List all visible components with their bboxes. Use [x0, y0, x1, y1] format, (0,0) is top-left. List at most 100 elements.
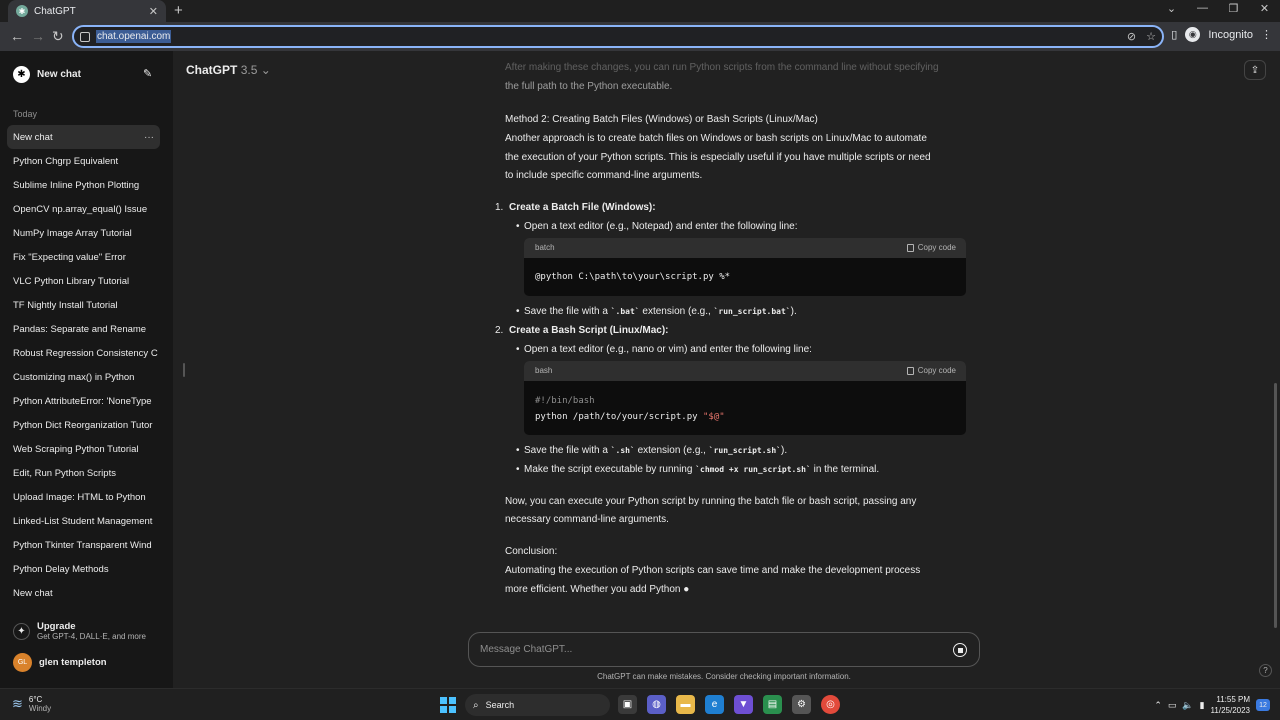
- faded-line: After making these changes, you can run …: [505, 62, 939, 73]
- sidebar-history-item[interactable]: New chat ···: [7, 125, 160, 149]
- chrome-icon[interactable]: ◎: [821, 695, 840, 714]
- close-window-icon[interactable]: ✕: [1249, 2, 1280, 15]
- inline-code: `.bat`: [610, 307, 640, 316]
- stop-generating-button[interactable]: [953, 643, 967, 657]
- sidebar-history-item[interactable]: Edit, Run Python Scripts: [7, 461, 160, 485]
- forward-icon[interactable]: →: [31, 28, 45, 44]
- sidebar-history-item[interactable]: Customizing max() in Python: [7, 365, 160, 389]
- history-item-label: Edit, Run Python Scripts: [13, 467, 116, 479]
- task-view-icon[interactable]: ▣: [618, 695, 637, 714]
- wind-icon: ≋: [12, 696, 23, 711]
- close-tab-icon[interactable]: ✕: [149, 5, 158, 18]
- reload-icon[interactable]: ↻: [52, 28, 64, 45]
- address-bar[interactable]: chat.openai.com ⊘ ☆: [72, 25, 1164, 48]
- history-item-label: NumPy Image Array Tutorial: [13, 227, 132, 239]
- restore-icon[interactable]: ❐: [1218, 2, 1249, 15]
- spreadsheet-app-icon[interactable]: ▤: [763, 695, 782, 714]
- conclusion-title: Conclusion:: [505, 546, 558, 557]
- message-input[interactable]: Message ChatGPT...: [480, 644, 572, 655]
- system-tray: ⌃ ▭ 🔈 ▮ 11:55 PM 11/25/2023 12: [1154, 694, 1270, 716]
- search-icon: ⌕: [473, 699, 479, 711]
- notification-badge[interactable]: 12: [1256, 699, 1270, 711]
- share-button[interactable]: ⇪: [1244, 60, 1266, 80]
- new-tab-icon[interactable]: +: [174, 2, 183, 19]
- chevron-up-icon[interactable]: ⌃: [1154, 700, 1162, 711]
- history-item-label: Python AttributeError: 'NoneType: [13, 395, 152, 407]
- sidebar-history-item[interactable]: Sublime Inline Python Plotting: [7, 173, 160, 197]
- history-item-label: VLC Python Library Tutorial: [13, 275, 130, 287]
- new-chat-label: New chat: [37, 69, 81, 80]
- site-info-icon[interactable]: [80, 31, 90, 42]
- clock[interactable]: 11:55 PM 11/25/2023: [1211, 694, 1250, 716]
- system-tool-icon[interactable]: ⚙: [792, 695, 811, 714]
- upgrade-title: Upgrade: [37, 621, 76, 632]
- browser-menu-icon[interactable]: ⋮: [1261, 28, 1272, 41]
- sidebar-resize-handle[interactable]: [183, 363, 185, 377]
- edge-icon[interactable]: e: [705, 695, 724, 714]
- sidebar-history-item[interactable]: TF Nightly Install Tutorial: [7, 293, 160, 317]
- sidebar-history-item[interactable]: Python Tkinter Transparent Wind: [7, 533, 160, 557]
- sidebar-history-item[interactable]: Pandas: Separate and Rename: [7, 317, 160, 341]
- message-composer[interactable]: Message ChatGPT...: [468, 632, 980, 667]
- sidebar-history-item[interactable]: Python AttributeError: 'NoneType: [7, 389, 160, 413]
- clipboard-icon: [906, 367, 914, 375]
- taskbar-search[interactable]: ⌕ Search: [465, 694, 610, 716]
- sidebar-history-item[interactable]: Fix "Expecting value" Error: [7, 245, 160, 269]
- scrollbar[interactable]: [1274, 383, 1277, 628]
- sidebar-history-item[interactable]: Web Scraping Python Tutorial: [7, 437, 160, 461]
- copy-code-button[interactable]: Copy code: [906, 239, 956, 258]
- browser-tab-bar: ✱ ChatGPT ✕ + ⌄ — ❐ ✕: [0, 0, 1280, 22]
- more-options-icon[interactable]: ···: [144, 132, 154, 143]
- sidebar-history-item[interactable]: Robust Regression Consistency C: [7, 341, 160, 365]
- url-text[interactable]: chat.openai.com: [96, 30, 172, 43]
- sidebar-history-item[interactable]: OpenCV np.array_equal() Issue: [7, 197, 160, 221]
- back-icon[interactable]: ←: [10, 28, 24, 44]
- sidebar-history-item[interactable]: Upload Image: HTML to Python: [7, 485, 160, 509]
- sidebar-history-item[interactable]: VLC Python Library Tutorial: [7, 269, 160, 293]
- teams-chat-icon[interactable]: ◍: [647, 695, 666, 714]
- sidebar-history-item[interactable]: Python Chgrp Equivalent: [7, 149, 160, 173]
- weather-widget[interactable]: ≋ 6°C Windy: [12, 695, 51, 713]
- user-menu[interactable]: GL glen templeton: [13, 653, 107, 672]
- window-controls: ⌄ — ❐ ✕: [1156, 2, 1280, 15]
- incognito-icon[interactable]: ◉: [1185, 27, 1201, 42]
- history-item-label: Web Scraping Python Tutorial: [13, 443, 139, 455]
- incognito-label[interactable]: Incognito: [1208, 29, 1253, 41]
- sidebar-history-item[interactable]: NumPy Image Array Tutorial: [7, 221, 160, 245]
- upgrade-button[interactable]: ✦ Upgrade Get GPT-4, DALL·E, and more: [13, 621, 146, 641]
- tab-search-icon[interactable]: ⌄: [1156, 2, 1187, 15]
- side-panel-icon[interactable]: ▯: [1171, 28, 1177, 41]
- volume-icon[interactable]: 🔈: [1182, 700, 1193, 711]
- copy-code-button[interactable]: Copy code: [906, 362, 956, 381]
- avatar: GL: [13, 653, 32, 672]
- paragraph-line: the execution of your Python scripts. Th…: [505, 152, 931, 163]
- code-block-bash: bash Copy code #!/bin/bash python /path/…: [524, 361, 966, 435]
- windows-start-icon[interactable]: [440, 697, 456, 713]
- sidebar-history-item[interactable]: Python Delay Methods: [7, 557, 160, 581]
- battery-icon[interactable]: ▮: [1200, 700, 1205, 711]
- step-title: Create a Batch File (Windows):: [509, 202, 656, 213]
- new-chat-header[interactable]: ✱ New chat: [13, 66, 81, 83]
- eye-off-icon[interactable]: ⊘: [1127, 30, 1136, 43]
- sidebar-history-item[interactable]: New chat: [7, 581, 160, 605]
- history-item-label: OpenCV np.array_equal() Issue: [13, 203, 148, 215]
- file-explorer-icon[interactable]: ▬: [676, 695, 695, 714]
- new-chat-edit-icon[interactable]: ✎: [143, 67, 152, 80]
- list-number: 1.: [495, 202, 504, 213]
- chatgpt-favicon-icon: ✱: [16, 5, 28, 17]
- list-item: Save the file with a `.bat` extension (e…: [516, 303, 797, 322]
- clock-time: 11:55 PM: [1216, 695, 1250, 704]
- browser-tab[interactable]: ✱ ChatGPT ✕: [8, 0, 166, 22]
- history-item-label: Linked-List Student Management: [13, 515, 153, 527]
- network-icon[interactable]: ▭: [1168, 700, 1177, 711]
- sidebar-history-item[interactable]: Linked-List Student Management: [7, 509, 160, 533]
- list-item: Make the script executable by running `c…: [516, 461, 879, 480]
- sidebar-history-item[interactable]: Python Dict Reorganization Tutor: [7, 413, 160, 437]
- minimize-icon[interactable]: —: [1187, 2, 1218, 15]
- help-button[interactable]: ?: [1259, 664, 1272, 677]
- model-selector[interactable]: ChatGPT 3.5 ⌄: [186, 63, 271, 77]
- app-v-icon[interactable]: ▼: [734, 695, 753, 714]
- history-item-label: New chat: [13, 131, 53, 143]
- clipboard-icon: [906, 244, 914, 252]
- bookmark-star-icon[interactable]: ☆: [1146, 30, 1156, 43]
